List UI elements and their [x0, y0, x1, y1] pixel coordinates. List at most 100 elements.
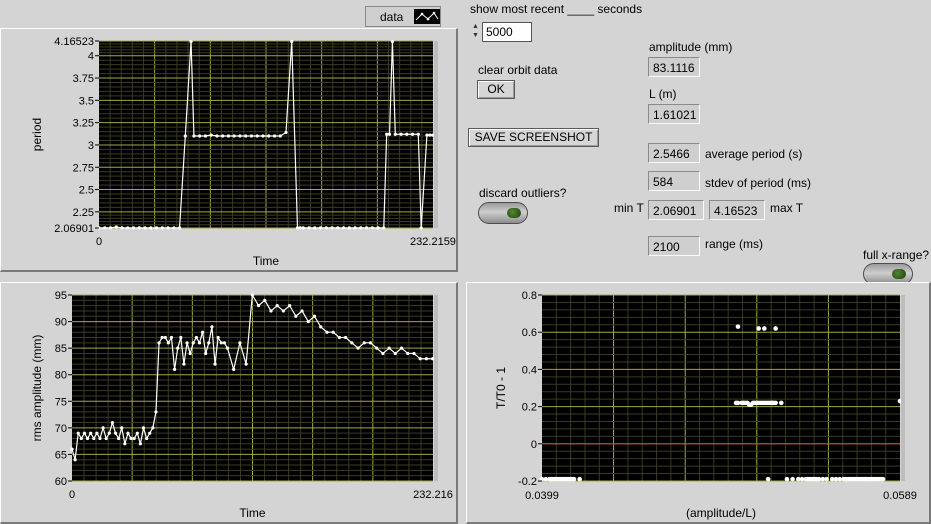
data-point [393, 351, 397, 356]
data-point [169, 335, 174, 340]
data-point [160, 335, 164, 340]
data-point [301, 226, 305, 230]
data-point [382, 226, 386, 230]
data-point [318, 226, 323, 230]
legend-trace-icon [414, 9, 440, 24]
data-point [773, 326, 778, 331]
spin-down-icon[interactable]: ▼ [470, 31, 481, 40]
data-point [177, 226, 182, 230]
data-point [92, 436, 96, 441]
data-point [160, 226, 164, 230]
data-point [784, 476, 790, 482]
data-point [256, 304, 261, 308]
data-point [376, 226, 380, 230]
data-point [82, 431, 87, 435]
plot-edge [434, 41, 438, 228]
max-t-label: max T [770, 201, 804, 215]
y-tick-label: 2.75 [73, 162, 94, 174]
legend-label: data [380, 10, 404, 24]
show-recent-label: show most recent ____ seconds [470, 2, 643, 16]
y-tick-label: 0.6 [522, 327, 537, 339]
y-tick-label: 2.5 [79, 185, 94, 197]
period-chart: 4.16523 4 3.75 3.5 3.25 3 2.75 2.5 2.25 2.069010 2… [30, 36, 456, 268]
data-point [306, 319, 310, 324]
plot-legend: data [365, 6, 441, 27]
save-screenshot-button[interactable]: SAVE SCREENSHOT [468, 128, 599, 147]
x-tick-label: 0.0399 [525, 490, 559, 502]
data-point [166, 226, 170, 230]
data-point [203, 134, 208, 138]
data-point [431, 133, 435, 137]
data-point [135, 431, 139, 435]
data-point [154, 410, 158, 414]
data-point [143, 226, 147, 230]
data-point [353, 226, 357, 230]
data-point [219, 341, 223, 345]
data-point [424, 357, 429, 361]
x-tick-label: 0 [96, 236, 102, 248]
y-tick-label: 2.25 [73, 207, 94, 219]
data-point [225, 346, 230, 350]
stdev-label: stdev of period (ms) [705, 176, 812, 190]
amplitude-label: amplitude (mm) [649, 40, 733, 54]
x-axis-label: Time [253, 254, 280, 268]
data-point [149, 226, 153, 230]
data-point [123, 442, 127, 446]
data-point [189, 39, 193, 44]
x-axis-label: (amplitude/L) [686, 506, 756, 520]
data-point [390, 39, 395, 44]
y-tick-label: 75 [55, 396, 67, 408]
data-point [157, 341, 161, 345]
data-point [151, 426, 155, 430]
show-recent-spinner[interactable]: ▲ ▼ [470, 22, 481, 42]
amplitude-readout: 83.1116 [648, 57, 700, 77]
spin-up-icon[interactable]: ▲ [470, 22, 481, 31]
data-point [267, 134, 271, 138]
data-point [824, 476, 829, 482]
data-point [179, 335, 183, 340]
data-point [255, 134, 259, 138]
data-point [191, 341, 195, 345]
y-tick-label: 80 [55, 370, 67, 382]
data-point [132, 436, 136, 441]
data-point [213, 362, 217, 366]
data-point [101, 426, 105, 430]
data-point [110, 420, 115, 425]
y-axis-label: rms amplitude (mm) [30, 335, 44, 442]
data-point [313, 226, 317, 230]
data-point [200, 330, 205, 334]
show-recent-input[interactable]: 5000 [482, 22, 532, 42]
toggle-led-icon [892, 269, 906, 279]
data-point [428, 133, 432, 137]
y-tick-label: 0.4 [522, 364, 537, 376]
data-point [172, 226, 176, 230]
data-point [880, 476, 886, 482]
avg-period-label: average period (s) [705, 147, 803, 161]
data-point [209, 133, 213, 137]
amplitude-chart: 95 90 85 80 75 70 65 600 232.216 Time rms amplitud… [30, 290, 453, 520]
discard-outliers-label: discard outliers? [479, 186, 567, 200]
y-tick-label: 3.5 [79, 95, 94, 107]
data-point [359, 226, 363, 230]
x-tick-label: 0.0589 [883, 490, 917, 502]
data-point [295, 226, 300, 230]
data-point [129, 436, 133, 441]
data-point [185, 341, 189, 345]
data-point [114, 225, 118, 229]
data-point [272, 134, 277, 138]
y-tick-label: 60 [55, 476, 67, 488]
data-point [370, 226, 374, 230]
data-point [197, 341, 202, 345]
y-tick-label: 0.8 [522, 290, 537, 302]
toggle-led-icon [507, 208, 521, 218]
y-tick-label: 95 [55, 290, 67, 302]
data-point [192, 134, 196, 138]
x-tick-label: 232.216 [413, 489, 453, 501]
data-point [207, 341, 211, 345]
y-tick-label: 4 [88, 51, 94, 63]
y-tick-label: 90 [55, 317, 67, 329]
discard-outliers-toggle[interactable] [478, 202, 528, 224]
full-xrange-label: full x-range? [863, 248, 930, 262]
data-point [138, 442, 143, 446]
clear-orbit-ok-button[interactable]: OK [477, 80, 515, 99]
